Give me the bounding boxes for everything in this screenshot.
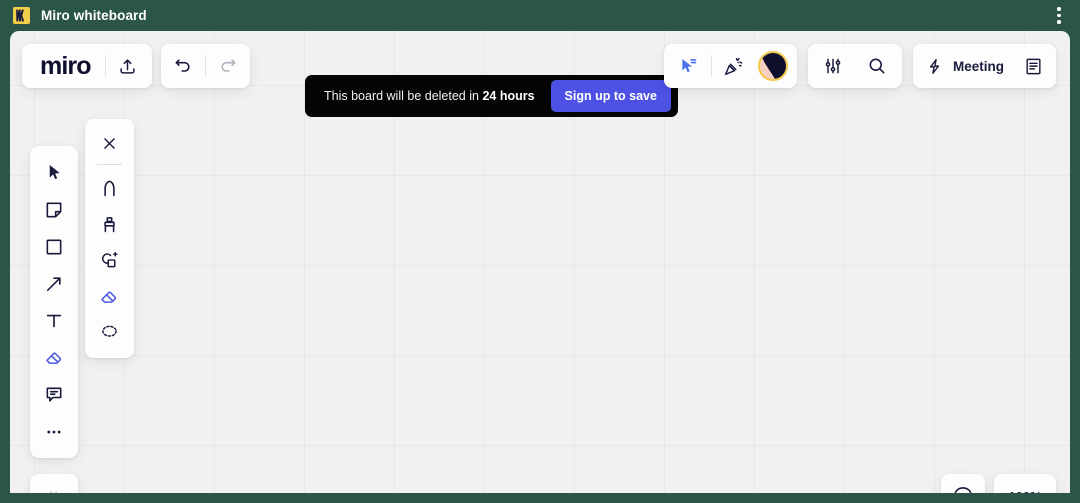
miro-logo[interactable]: miro [24,52,105,81]
sidebar-item-sticky-note[interactable] [34,191,74,228]
undo-icon[interactable] [161,44,205,88]
whiteboard-canvas[interactable]: miro This board will be deleted in 24 ho… [10,31,1070,493]
expand-panel-button[interactable] [30,474,78,493]
collaboration-group [663,44,797,88]
upload-icon[interactable] [106,44,150,88]
sidebar-item-pen[interactable] [34,339,74,376]
bottom-right-toolbar: 100% [941,474,1056,493]
sidebar-item-more[interactable] [34,413,74,450]
meeting-label[interactable]: Meeting [953,59,1004,74]
zoom-level-label: 100% [1008,489,1041,494]
user-avatar[interactable] [757,51,788,81]
search-icon[interactable] [855,44,899,88]
left-toolbar [30,146,78,458]
sidebar-item-text[interactable] [34,302,74,339]
miro-favicon [13,7,30,24]
sidebar-item-select[interactable] [34,154,74,191]
top-left-toolbar: miro [22,44,250,88]
banner-text-highlight: 24 hours [482,89,535,103]
eraser-icon[interactable] [91,278,129,314]
pen-tool-panel [85,119,134,358]
notes-icon[interactable] [1016,44,1050,88]
miro-app-window: Miro whiteboard miro This board will be … [0,0,1080,503]
lasso-icon[interactable] [91,314,129,350]
sidebar-item-comment[interactable] [34,376,74,413]
sliders-icon[interactable] [811,44,855,88]
avatar-hair [759,53,786,79]
lightning-bolt-icon [925,57,944,76]
zoom-level-button[interactable]: 100% [994,474,1056,493]
marker-icon[interactable] [91,206,129,242]
pen-icon[interactable] [91,170,129,206]
cursor-share-icon[interactable] [667,44,711,88]
utility-group [807,44,902,88]
meeting-group: Meeting [912,44,1056,88]
board-expiry-banner: This board will be deleted in 24 hours S… [305,75,678,117]
close-icon[interactable] [91,125,129,161]
redo-icon[interactable] [206,44,250,88]
tab-title: Miro whiteboard [41,8,147,23]
browser-menu-icon[interactable] [1046,3,1072,29]
smiley-chat-icon[interactable] [941,474,985,493]
banner-text: This board will be deleted in 24 hours [324,89,535,103]
top-right-toolbar: Meeting [663,44,1056,88]
panel-divider [97,164,122,165]
sidebar-item-connector[interactable] [34,265,74,302]
logo-group: miro [22,44,152,88]
party-popper-icon[interactable] [712,44,756,88]
banner-text-prefix: This board will be deleted in [324,89,483,103]
browser-titlebar: Miro whiteboard [0,0,1080,31]
history-group [160,44,250,88]
sign-up-to-save-button[interactable]: Sign up to save [550,80,671,112]
sidebar-item-shape[interactable] [34,228,74,265]
smart-shape-icon[interactable] [91,242,129,278]
